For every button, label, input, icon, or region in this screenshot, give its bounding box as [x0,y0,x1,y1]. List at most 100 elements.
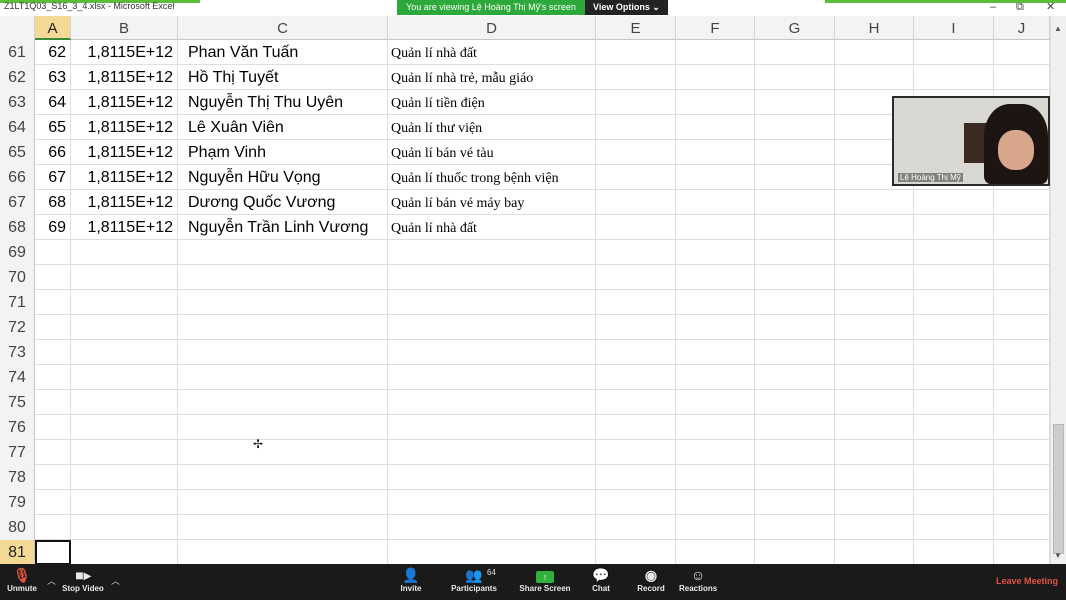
cell-a[interactable]: 66 [35,140,71,165]
empty-cell[interactable] [755,515,835,540]
column-header-d[interactable]: D [388,16,596,40]
cell-a[interactable] [35,465,71,490]
empty-cell[interactable] [914,415,994,440]
cell-c[interactable] [178,490,388,515]
cell-c[interactable]: Lê Xuân Viên [178,115,388,140]
empty-cell[interactable] [596,190,676,215]
empty-cell[interactable] [755,140,835,165]
cell-b[interactable] [71,465,178,490]
empty-cell[interactable] [914,390,994,415]
cell-c[interactable] [178,290,388,315]
cell-c[interactable]: Hồ Thị Tuyết [178,65,388,90]
row-header[interactable]: 81 [0,540,35,564]
cell-d[interactable] [388,315,596,340]
empty-cell[interactable] [676,65,755,90]
cell-c[interactable] [178,265,388,290]
empty-cell[interactable] [755,40,835,65]
empty-cell[interactable] [596,165,676,190]
empty-cell[interactable] [835,65,914,90]
empty-cell[interactable] [755,65,835,90]
empty-cell[interactable] [994,240,1050,265]
empty-cell[interactable] [914,465,994,490]
empty-cell[interactable] [596,440,676,465]
cell-b[interactable]: 1,8115E+12 [71,215,178,240]
cell-b[interactable] [71,240,178,265]
empty-cell[interactable] [596,390,676,415]
cell-d[interactable] [388,415,596,440]
scroll-up-icon[interactable]: ▲ [1054,24,1062,33]
cell-b[interactable] [71,315,178,340]
row-header[interactable]: 78 [0,465,35,490]
cell-d[interactable] [388,490,596,515]
selected-cell[interactable] [35,540,71,564]
empty-cell[interactable] [596,290,676,315]
empty-cell[interactable] [914,315,994,340]
empty-cell[interactable] [676,165,755,190]
row-header[interactable]: 76 [0,415,35,440]
cell-c[interactable]: Phạm Vinh [178,140,388,165]
empty-cell[interactable] [755,490,835,515]
empty-cell[interactable] [914,40,994,65]
empty-cell[interactable] [835,215,914,240]
empty-cell[interactable] [994,215,1050,240]
cell-a[interactable]: 63 [35,65,71,90]
vertical-scrollbar[interactable]: ▲ ▼ [1050,16,1066,564]
row-header[interactable]: 68 [0,215,35,240]
empty-cell[interactable] [676,415,755,440]
empty-cell[interactable] [835,40,914,65]
empty-cell[interactable] [755,465,835,490]
empty-cell[interactable] [914,265,994,290]
row-header[interactable]: 64 [0,115,35,140]
cell-d[interactable] [388,240,596,265]
cell-d[interactable] [388,390,596,415]
row-header[interactable]: 75 [0,390,35,415]
cell-a[interactable]: 69 [35,215,71,240]
cell-b[interactable]: 1,8115E+12 [71,90,178,115]
row-header[interactable]: 77 [0,440,35,465]
cell-a[interactable]: 65 [35,115,71,140]
cell-b[interactable]: 1,8115E+12 [71,115,178,140]
cell-d[interactable]: Quản lí nhà đất [388,215,596,240]
empty-cell[interactable] [835,490,914,515]
empty-cell[interactable] [835,340,914,365]
cell-d[interactable] [388,440,596,465]
cell-d[interactable] [388,290,596,315]
empty-cell[interactable] [755,190,835,215]
cell-a[interactable] [35,265,71,290]
column-header-h[interactable]: H [835,16,914,40]
empty-cell[interactable] [596,215,676,240]
cell-a[interactable] [35,490,71,515]
row-header[interactable]: 72 [0,315,35,340]
empty-cell[interactable] [676,115,755,140]
empty-cell[interactable] [914,365,994,390]
empty-cell[interactable] [994,515,1050,540]
cell-a[interactable] [35,340,71,365]
close-icon[interactable]: ✕ [1046,1,1055,13]
restore-icon[interactable]: ⧉ [1016,1,1024,13]
reactions-button[interactable]: ☺ Reactions [679,564,717,600]
empty-cell[interactable] [835,265,914,290]
cell-b[interactable] [71,490,178,515]
cell-b[interactable] [71,540,178,564]
empty-cell[interactable] [676,140,755,165]
cell-b[interactable] [71,290,178,315]
column-header-f[interactable]: F [676,16,755,40]
cell-d[interactable]: Quản lí bán vé máy bay [388,190,596,215]
empty-cell[interactable] [755,290,835,315]
column-header-g[interactable]: G [755,16,835,40]
row-header[interactable]: 71 [0,290,35,315]
empty-cell[interactable] [755,440,835,465]
empty-cell[interactable] [596,340,676,365]
row-header[interactable]: 65 [0,140,35,165]
empty-cell[interactable] [676,315,755,340]
cell-c[interactable] [178,365,388,390]
cell-a[interactable] [35,315,71,340]
row-header[interactable]: 70 [0,265,35,290]
empty-cell[interactable] [755,115,835,140]
empty-cell[interactable] [994,490,1050,515]
empty-cell[interactable] [596,515,676,540]
cell-d[interactable] [388,340,596,365]
cell-a[interactable] [35,390,71,415]
empty-cell[interactable] [596,540,676,564]
empty-cell[interactable] [676,540,755,564]
